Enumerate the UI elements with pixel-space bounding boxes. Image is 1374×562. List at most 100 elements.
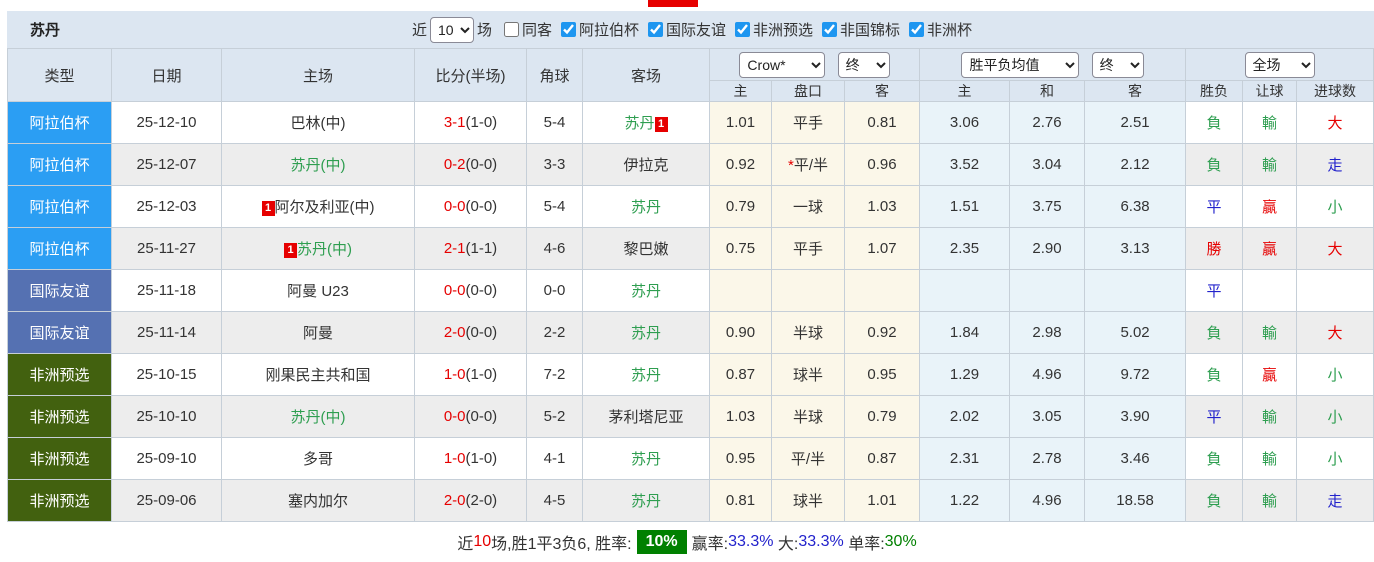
- team-name: 苏丹(中): [297, 241, 352, 258]
- team-name: 苏丹: [624, 115, 655, 132]
- odds-away-cell: [843, 269, 921, 312]
- away-team-cell: 茅利塔尼亚: [582, 395, 710, 438]
- odds-handicap-cell: 球半: [771, 353, 845, 396]
- scope-select[interactable]: 全场: [1244, 51, 1315, 78]
- mean-draw-cell: 2.98: [1009, 311, 1086, 354]
- competition-checkbox-input[interactable]: [822, 21, 838, 37]
- same-venue-input[interactable]: [503, 22, 519, 37]
- mean-time-select[interactable]: 终: [1091, 51, 1144, 78]
- sub-col-crow-home: 主: [709, 80, 772, 102]
- away-team-cell: 苏丹: [582, 437, 710, 480]
- corner-cell: 2-2: [526, 311, 583, 354]
- full-score: 0-0: [443, 198, 466, 215]
- competition-checkbox-input[interactable]: [648, 21, 663, 37]
- outcome-cell: 平: [1185, 185, 1244, 228]
- mean-home-cell: 1.29: [919, 353, 1011, 396]
- team-name: 伊拉克: [623, 157, 669, 174]
- odds-home-cell: 0.79: [709, 185, 772, 228]
- goals-result-cell: [1296, 269, 1374, 312]
- competition-checkbox[interactable]: 非国锦标: [813, 19, 900, 40]
- team-name: 多哥: [302, 451, 333, 468]
- competition-checkbox[interactable]: 国际友谊: [639, 19, 726, 40]
- away-team-cell: 苏丹: [582, 311, 710, 354]
- match-type-cell: 阿拉伯杯: [7, 143, 112, 186]
- result-char: 負: [1206, 367, 1222, 384]
- half-score: (1-0): [465, 366, 498, 383]
- summary-segment: 30%: [884, 533, 917, 550]
- match-row: 阿拉伯杯 25-12-07 苏丹(中) 0-2(0-0) 3-3 伊拉克 0.92 *平/半 0…: [7, 143, 1374, 186]
- summary-segment: 33.3%: [728, 533, 774, 550]
- result-char: 負: [1206, 493, 1222, 510]
- match-date-cell: 25-12-03: [111, 185, 222, 228]
- odds-away-cell: 0.79: [843, 395, 921, 438]
- odds-handicap-cell: 平手: [771, 101, 845, 144]
- mean-home-cell: 2.31: [919, 437, 1011, 480]
- match-history-table: 类型 日期 主场 比分(半场) 角球 客场 Crow* 终 胜平负均值 终 全场…: [7, 48, 1374, 522]
- outcome-cell: 負: [1185, 479, 1244, 522]
- match-type-cell: 非洲预选: [7, 353, 112, 396]
- competition-label: 非洲预选: [753, 21, 814, 39]
- goals-result-cell: 小: [1296, 395, 1374, 438]
- summary-segment: 赢率:: [691, 536, 729, 553]
- competition-checkbox-input[interactable]: [735, 21, 751, 37]
- result-char: 負: [1206, 325, 1222, 342]
- mean-odds-select[interactable]: 胜平负均值: [961, 51, 1080, 78]
- result-char: 小: [1327, 367, 1343, 384]
- home-team-cell: 阿曼 U23: [221, 269, 415, 312]
- handicap-result-cell: 輸: [1242, 395, 1298, 438]
- competition-label: 非国锦标: [840, 21, 901, 39]
- result-char: 小: [1327, 451, 1343, 468]
- result-char: 平: [1206, 199, 1222, 216]
- match-row: 非洲预选 25-09-10 多哥 1-0(1-0) 4-1 苏丹 0.95 平/半 0.87 2.…: [7, 437, 1374, 480]
- score-cell: 1-0(1-0): [414, 353, 527, 396]
- odds-away-cell: 1.07: [843, 227, 921, 270]
- odds-home-cell: 0.92: [709, 143, 772, 186]
- away-team-cell: 苏丹: [582, 479, 710, 522]
- recent-label: 近: [411, 22, 427, 39]
- full-score: 0-0: [443, 282, 466, 299]
- result-char: 輸: [1262, 115, 1278, 132]
- same-venue-checkbox[interactable]: 同客: [495, 19, 552, 40]
- outcome-cell: 平: [1185, 269, 1244, 312]
- odds-company-time-select[interactable]: 终: [837, 51, 890, 78]
- sub-col-mean-draw: 和: [1009, 80, 1086, 102]
- red-number-badge: 1: [261, 201, 275, 216]
- result-char: 大: [1327, 325, 1343, 342]
- half-score: (0-0): [465, 408, 498, 425]
- header-selects-row: 类型 日期 主场 比分(半场) 角球 客场 Crow* 终 胜平负均值 终 全场: [7, 48, 1374, 102]
- mean-draw-cell: [1009, 269, 1086, 312]
- mean-draw-cell: 3.04: [1009, 143, 1086, 186]
- col-header-home: 主场: [221, 48, 415, 102]
- competition-checkbox[interactable]: 阿拉伯杯: [552, 19, 639, 40]
- competition-checkbox[interactable]: 非洲杯: [900, 19, 972, 40]
- team-name: 阿曼: [302, 325, 333, 342]
- home-team-cell: 1 阿尔及利亚(中): [221, 185, 415, 228]
- result-char: 輸: [1262, 493, 1278, 510]
- corner-cell: 4-1: [526, 437, 583, 480]
- match-row: 阿拉伯杯 25-11-27 1 苏丹(中) 2-1(1-1) 4-6 黎巴嫩 0.75 平手 1.…: [7, 227, 1374, 270]
- competition-checkbox[interactable]: 非洲预选: [726, 19, 813, 40]
- match-date-cell: 25-10-10: [111, 395, 222, 438]
- away-team-cell: 伊拉克: [582, 143, 710, 186]
- mean-home-cell: 3.06: [919, 101, 1011, 144]
- sub-col-crow-away: 客: [843, 80, 921, 102]
- sub-col-mean-home: 主: [919, 80, 1011, 102]
- odds-home-cell: 0.90: [709, 311, 772, 354]
- match-row: 国际友谊 25-11-18 阿曼 U23 0-0(0-0) 0-0 苏丹平: [7, 269, 1374, 312]
- odds-company-select[interactable]: Crow*: [739, 51, 826, 78]
- recent-count-select[interactable]: 10: [429, 16, 474, 43]
- summary-segment: 近: [457, 536, 474, 553]
- mean-home-cell: 2.35: [919, 227, 1011, 270]
- half-score: (0-0): [465, 324, 498, 341]
- summary-segment: 10: [473, 533, 492, 550]
- odds-away-cell: 1.03: [843, 185, 921, 228]
- goals-result-cell: 大: [1296, 227, 1374, 270]
- full-score: 1-0: [443, 450, 466, 467]
- outcome-cell: 負: [1185, 437, 1244, 480]
- handicap-result-cell: 輸: [1242, 437, 1298, 480]
- mean-away-cell: 2.51: [1084, 101, 1187, 144]
- competition-checkbox-input[interactable]: [909, 21, 925, 37]
- competition-checkbox-input[interactable]: [560, 21, 576, 37]
- same-venue-label: 同客: [521, 22, 552, 39]
- half-score: (2-0): [465, 492, 498, 509]
